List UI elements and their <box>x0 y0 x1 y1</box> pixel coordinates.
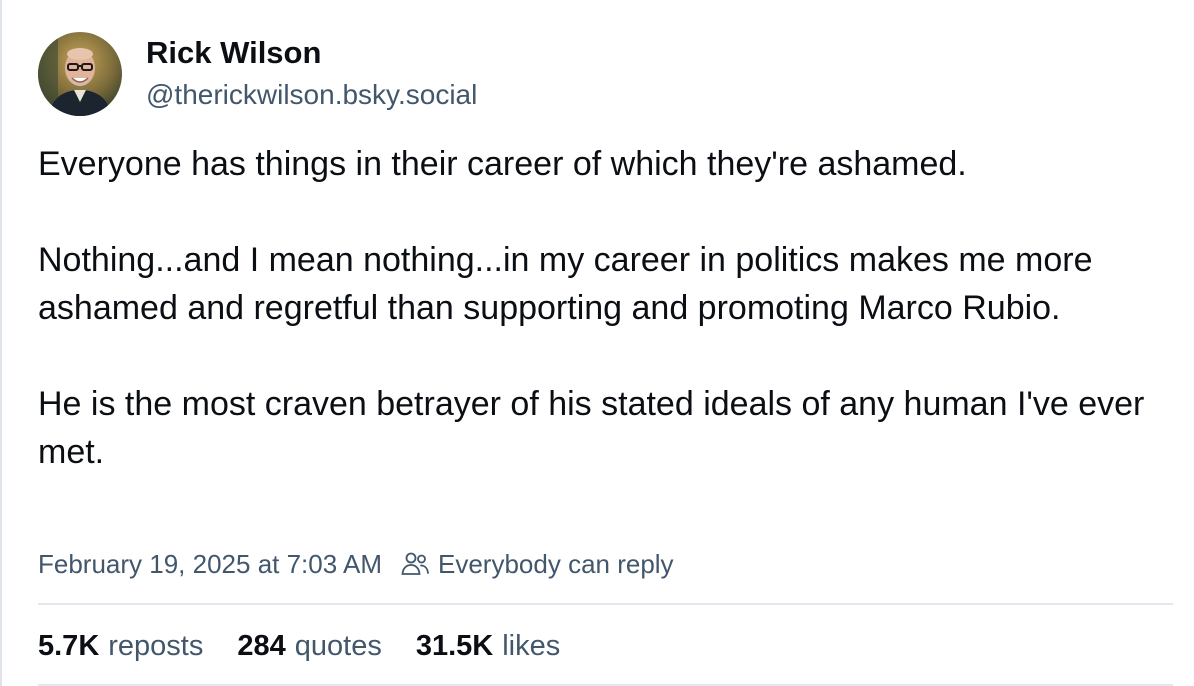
quotes-stat[interactable]: 284 quotes <box>237 626 381 666</box>
post-meta: February 19, 2025 at 7:03 AM Everybody c… <box>38 546 674 582</box>
author-handle[interactable]: @therickwilson.bsky.social <box>146 75 477 115</box>
author-display-name[interactable]: Rick Wilson <box>146 33 477 73</box>
likes-label: likes <box>502 630 561 662</box>
post-header: Rick Wilson @therickwilson.bsky.social <box>38 32 477 116</box>
quotes-label: quotes <box>294 630 382 662</box>
divider <box>38 603 1173 605</box>
avatar[interactable] <box>38 32 122 116</box>
people-icon <box>400 549 430 579</box>
post-paragraph: Everyone has things in their career of w… <box>38 145 967 183</box>
post-paragraph: He is the most craven betrayer of his st… <box>38 385 1145 471</box>
reposts-stat[interactable]: 5.7K reposts <box>38 626 203 666</box>
reposts-label: reposts <box>108 630 204 662</box>
quotes-count: 284 <box>237 630 286 662</box>
reply-setting[interactable]: Everybody can reply <box>438 546 674 582</box>
reposts-count: 5.7K <box>38 630 100 662</box>
likes-count: 31.5K <box>415 630 494 662</box>
author-names: Rick Wilson @therickwilson.bsky.social <box>146 33 477 115</box>
likes-stat[interactable]: 31.5K likes <box>416 626 560 666</box>
post-body: Everyone has things in their career of w… <box>38 140 1173 476</box>
post-timestamp[interactable]: February 19, 2025 at 7:03 AM <box>38 546 382 582</box>
left-border <box>0 0 2 686</box>
post-stats: 5.7K reposts 284 quotes 31.5K likes <box>38 626 594 666</box>
post-paragraph: Nothing...and I mean nothing...in my car… <box>38 241 1093 327</box>
